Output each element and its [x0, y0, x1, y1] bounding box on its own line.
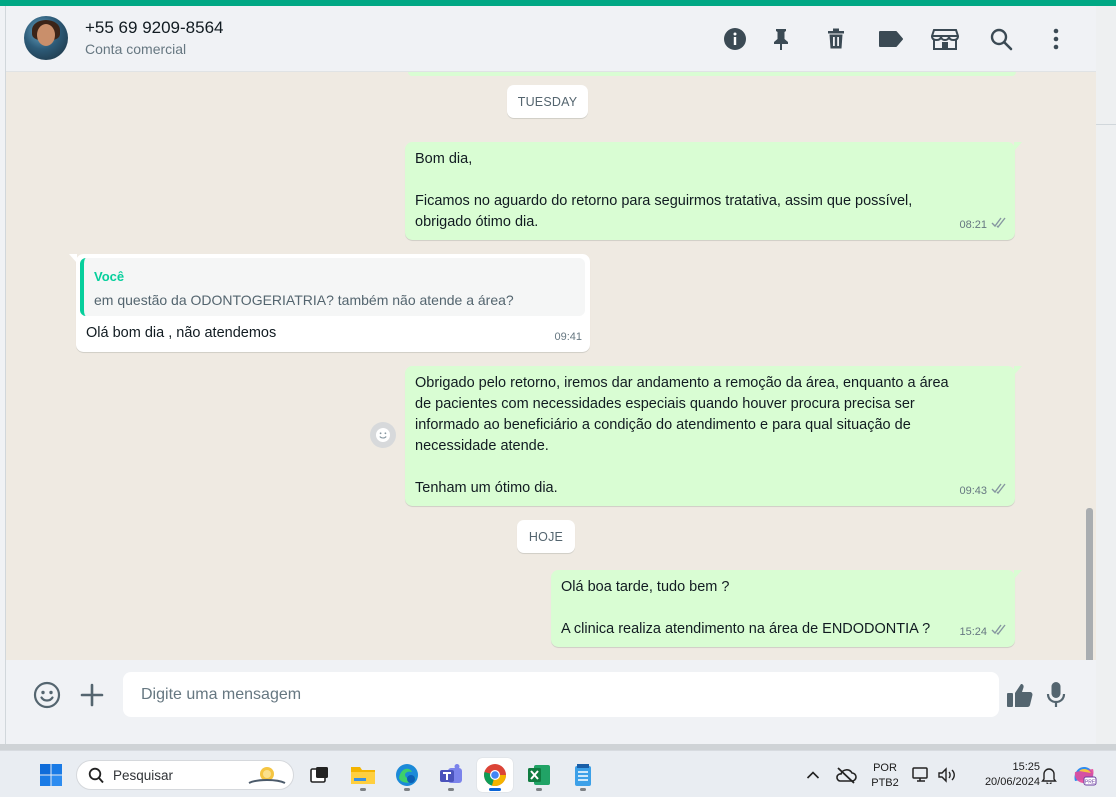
- emoji-icon[interactable]: [31, 679, 63, 711]
- label-icon[interactable]: [876, 24, 906, 54]
- copilot-icon[interactable]: PRE: [1066, 758, 1102, 792]
- menu-icon[interactable]: [1041, 24, 1071, 54]
- message-text: Bom dia, Ficamos no aguardo do retorno p…: [415, 151, 913, 230]
- chat-scrollbar[interactable]: [1086, 508, 1093, 660]
- message-time: 09:41: [554, 331, 582, 343]
- cloud-offline-icon[interactable]: [831, 758, 861, 792]
- system-clock[interactable]: 15:25 20/06/2024: [968, 760, 1040, 790]
- contact-name[interactable]: +55 69 9209-8564: [85, 18, 224, 38]
- edge-browser-icon[interactable]: [389, 758, 425, 792]
- network-icon[interactable]: [908, 758, 934, 792]
- keyboard-language[interactable]: POR PTB2: [866, 761, 904, 791]
- microphone-icon[interactable]: [1040, 679, 1072, 711]
- date-separator-tuesday: TUESDAY: [507, 85, 588, 118]
- task-view-icon[interactable]: [302, 758, 338, 792]
- message-text: Olá boa tarde, tudo bem ? A clinica real…: [561, 579, 931, 637]
- message-meta: 09:41: [554, 327, 582, 348]
- windows-start-icon[interactable]: [33, 758, 69, 792]
- attach-plus-icon[interactable]: [76, 679, 108, 711]
- message-input[interactable]: [123, 672, 999, 717]
- message-time: 08:21: [959, 219, 987, 231]
- double-check-icon: [991, 481, 1007, 502]
- incoming-message[interactable]: Você em questão da ODONTOGERIATRIA? tamb…: [69, 254, 590, 352]
- os-taskbar: Pesquisar POR PTB2 15:25 20/06/2024 PRE: [0, 750, 1116, 797]
- message-meta: 09:43: [959, 481, 1007, 502]
- chevron-up-icon[interactable]: [798, 758, 828, 792]
- message-time: 09:43: [959, 485, 987, 497]
- chat-header: +55 69 9209-8564 Conta comercial: [6, 6, 1096, 72]
- outgoing-message[interactable]: Obrigado pelo retorno, iremos dar andame…: [405, 366, 1022, 506]
- excel-icon[interactable]: [521, 758, 557, 792]
- message-time: 15:24: [959, 626, 987, 638]
- chat-window: +55 69 9209-8564 Conta comercial TUESDAY: [6, 6, 1096, 744]
- emoji-reaction-icon[interactable]: [370, 422, 396, 448]
- store-icon[interactable]: [930, 24, 960, 54]
- pin-icon[interactable]: [766, 24, 796, 54]
- search-placeholder: Pesquisar: [113, 768, 174, 783]
- info-icon[interactable]: [720, 24, 750, 54]
- teams-icon[interactable]: [433, 758, 469, 792]
- contact-subtitle: Conta comercial: [85, 41, 187, 57]
- contact-avatar[interactable]: [24, 16, 68, 60]
- volume-icon[interactable]: [934, 758, 960, 792]
- outgoing-message[interactable]: Olá boa tarde, tudo bem ? A clinica real…: [551, 570, 1022, 647]
- double-check-icon: [991, 215, 1007, 236]
- file-explorer-icon[interactable]: [345, 758, 381, 792]
- notepad-icon[interactable]: [565, 758, 601, 792]
- svg-text:PRE: PRE: [1085, 780, 1096, 786]
- clock-date: 20/06/2024: [984, 776, 1040, 788]
- quote-author: Você: [94, 269, 125, 284]
- delete-icon[interactable]: [821, 24, 851, 54]
- message-text: Obrigado pelo retorno, iremos dar andame…: [415, 375, 949, 496]
- thumbs-up-icon[interactable]: [1004, 679, 1036, 711]
- quote-text: em questão da ODONTOGERIATRIA? também nã…: [94, 292, 514, 308]
- language-code: POR: [873, 762, 897, 774]
- notification-bell-icon[interactable]: [1036, 758, 1062, 792]
- outgoing-message[interactable]: Bom dia, Ficamos no aguardo do retorno p…: [405, 142, 1022, 240]
- keyboard-layout: PTB2: [871, 777, 899, 789]
- double-check-icon: [991, 622, 1007, 643]
- right-panel-edge: [1096, 6, 1116, 744]
- clock-time: 15:25: [1012, 761, 1040, 773]
- chrome-icon[interactable]: [477, 758, 513, 792]
- search-highlight-icon: [245, 763, 289, 792]
- search-icon[interactable]: [986, 24, 1016, 54]
- previous-message-edge: [408, 72, 1016, 76]
- taskbar-search[interactable]: Pesquisar: [76, 760, 294, 790]
- message-list[interactable]: TUESDAY Bom dia, Ficamos no aguardo do r…: [6, 72, 1096, 660]
- search-icon: [88, 767, 104, 789]
- message-meta: 15:24: [959, 622, 1007, 643]
- message-composer: [6, 660, 1096, 744]
- quoted-message[interactable]: Você em questão da ODONTOGERIATRIA? tamb…: [80, 258, 585, 316]
- message-meta: 08:21: [959, 215, 1007, 236]
- date-separator-today: HOJE: [517, 520, 575, 553]
- message-text: Olá bom dia , não atendemos: [86, 325, 277, 341]
